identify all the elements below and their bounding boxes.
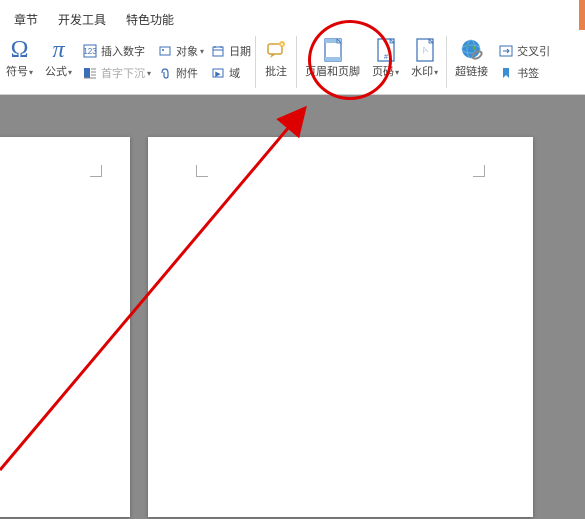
- hyperlink-label: 超链接: [455, 66, 488, 78]
- watermark-label: 水印: [411, 66, 433, 78]
- watermark-icon: A: [414, 37, 436, 63]
- omega-icon: Ω: [11, 37, 29, 64]
- date-button[interactable]: 日期: [208, 41, 253, 61]
- bookmark-label: 书签: [517, 65, 539, 81]
- symbol-button[interactable]: Ω 符号▾: [0, 34, 39, 92]
- document-canvas[interactable]: [0, 95, 585, 519]
- page-number-icon: #: [375, 37, 397, 63]
- header-footer-button[interactable]: 页眉和页脚: [299, 34, 366, 92]
- annotation-button[interactable]: ✦ 批注: [258, 34, 294, 92]
- formula-button[interactable]: π 公式▾: [39, 34, 78, 92]
- cross-ref-label: 交叉引: [517, 43, 550, 59]
- field-label: 域: [229, 65, 240, 81]
- watermark-button[interactable]: A 水印▾: [405, 34, 444, 92]
- bookmark-icon: [498, 65, 514, 81]
- page-number-label: 页码: [372, 66, 394, 78]
- page-number-button[interactable]: # 页码▾: [366, 34, 405, 92]
- menu-special[interactable]: 特色功能: [116, 9, 184, 30]
- cross-ref-icon: [498, 43, 514, 59]
- number-icon: 123: [82, 43, 98, 59]
- cross-ref-button[interactable]: 交叉引: [496, 41, 552, 61]
- object-label: 对象: [176, 43, 198, 59]
- header-footer-icon: [321, 37, 345, 63]
- svg-text:▶: ▶: [215, 71, 221, 78]
- insert-number-button[interactable]: 123 插入数字: [80, 41, 153, 61]
- symbol-label: 符号: [6, 66, 28, 78]
- svg-text:✦: ✦: [280, 42, 284, 48]
- formula-label: 公式: [45, 66, 67, 78]
- page-right: [148, 137, 533, 517]
- field-button[interactable]: ▶ 域: [208, 63, 253, 83]
- date-label: 日期: [229, 43, 251, 59]
- insert-number-label: 插入数字: [101, 43, 145, 59]
- menu-devtools[interactable]: 开发工具: [48, 9, 116, 30]
- bookmark-button[interactable]: 书签: [496, 63, 552, 83]
- page-left: [0, 137, 130, 517]
- header-footer-label: 页眉和页脚: [305, 66, 360, 78]
- annotation-label: 批注: [265, 66, 287, 78]
- attachment-button[interactable]: 附件: [155, 63, 206, 83]
- attachment-label: 附件: [176, 65, 198, 81]
- field-icon: ▶: [210, 65, 226, 81]
- object-icon: [157, 43, 173, 59]
- orange-accent: [579, 0, 585, 30]
- ribbon-toolbar: Ω 符号▾ π 公式▾ 123 插入数字 首字下沉▾ 对象▾ 附件 日期: [0, 30, 585, 95]
- first-char-sink-button[interactable]: 首字下沉▾: [80, 63, 153, 83]
- pi-icon: π: [53, 37, 65, 64]
- menubar: 章节 开发工具 特色功能: [0, 8, 585, 30]
- svg-text:123: 123: [83, 47, 97, 56]
- attachment-icon: [157, 65, 173, 81]
- calendar-icon: [210, 43, 226, 59]
- svg-text:#: #: [384, 54, 388, 61]
- annotation-icon: ✦: [264, 38, 288, 62]
- object-button[interactable]: 对象▾: [155, 41, 206, 61]
- globe-link-icon: [459, 37, 485, 63]
- first-char-sink-label: 首字下沉: [101, 65, 145, 81]
- menu-chapter[interactable]: 章节: [4, 9, 48, 30]
- drop-cap-icon: [82, 65, 98, 81]
- hyperlink-button[interactable]: 超链接: [449, 34, 494, 92]
